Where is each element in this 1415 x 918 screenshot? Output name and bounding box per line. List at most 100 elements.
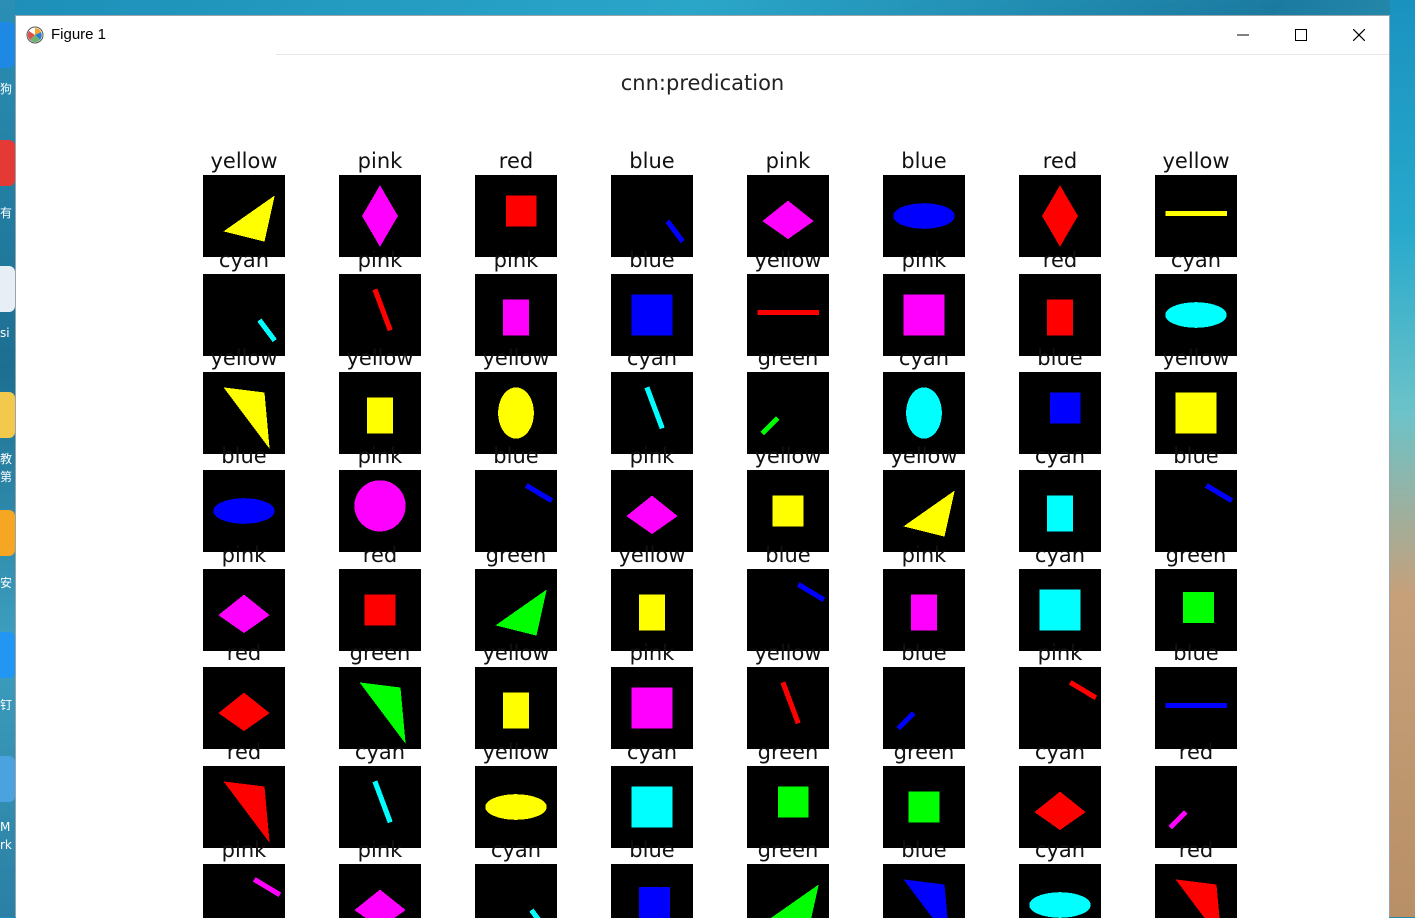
maximize-button[interactable] xyxy=(1272,16,1330,54)
triangle-shape xyxy=(339,667,421,749)
rect-mark xyxy=(1040,590,1081,631)
subplot-title: blue xyxy=(184,444,304,468)
line-shape xyxy=(747,569,829,651)
diamond-shape xyxy=(339,864,421,918)
line-mark xyxy=(798,584,824,599)
triangle-mark xyxy=(904,491,955,537)
subplot-title: yellow xyxy=(184,346,304,370)
subplot-title: yellow xyxy=(456,346,576,370)
desktop-icon-label: si xyxy=(0,326,15,340)
diamond-shape xyxy=(1019,175,1101,257)
close-button[interactable] xyxy=(1330,16,1388,54)
square-mark xyxy=(778,787,809,818)
desktop-app-icon[interactable] xyxy=(0,510,15,556)
rect-mark xyxy=(1176,393,1217,434)
desktop-app-icon[interactable] xyxy=(0,392,15,438)
subplot-image xyxy=(1019,864,1101,918)
desktop-app-icon[interactable] xyxy=(0,140,15,186)
subplot-image xyxy=(475,864,557,918)
triangle-shape xyxy=(203,175,285,257)
subplot-title: cyan xyxy=(1000,740,1120,764)
subplot-image xyxy=(611,274,693,356)
ellipse-shape xyxy=(203,470,285,552)
subplot-image xyxy=(1019,274,1101,356)
subplot-title: blue xyxy=(864,149,984,173)
ellipse-shape xyxy=(475,372,557,454)
triangle-shape xyxy=(475,569,557,651)
triangle-shape xyxy=(203,766,285,848)
desktop-app-icon[interactable] xyxy=(0,756,15,802)
square-shape xyxy=(747,470,829,552)
subplot-title: blue xyxy=(592,838,712,862)
subplot-title: cyan xyxy=(1000,444,1120,468)
rect-shape xyxy=(611,667,693,749)
subplot-image xyxy=(203,372,285,454)
subplot-image xyxy=(339,569,421,651)
subplot-title: pink xyxy=(592,641,712,665)
desktop-app-icon[interactable] xyxy=(0,266,15,312)
rect-mark xyxy=(911,595,937,631)
subplot-image xyxy=(1019,667,1101,749)
diamond-shape xyxy=(611,470,693,552)
line-mark xyxy=(667,221,682,242)
subplot-image xyxy=(1019,569,1101,651)
desktop-icon-label: rk xyxy=(0,838,15,852)
square-shape xyxy=(339,569,421,651)
subplot-image xyxy=(747,667,829,749)
ellipse-shape xyxy=(1155,274,1237,356)
desktop-icon-label: 有 xyxy=(0,204,15,221)
subplot-title: blue xyxy=(1000,346,1120,370)
desktop-app-icon[interactable] xyxy=(0,632,15,678)
subplot-image xyxy=(883,766,965,848)
square-mark xyxy=(639,887,670,918)
subplot-title: blue xyxy=(1136,641,1256,665)
line-mark xyxy=(526,485,552,500)
subplot-title: yellow xyxy=(592,543,712,567)
subplot-title: green xyxy=(1136,543,1256,567)
window-title: Figure 1 xyxy=(51,26,106,43)
subplot-image xyxy=(203,766,285,848)
desktop-app-icon[interactable] xyxy=(0,22,15,68)
rect-mark xyxy=(503,300,529,336)
subplot-title: yellow xyxy=(728,248,848,272)
triangle-shape xyxy=(883,470,965,552)
subplot-title: blue xyxy=(864,641,984,665)
title-bar[interactable]: Figure 1 xyxy=(16,16,1389,54)
subplot-title: red xyxy=(1000,248,1120,272)
triangle-shape xyxy=(1155,864,1237,918)
rect-mark xyxy=(632,295,673,336)
subplot-title: red xyxy=(1000,149,1120,173)
subplot-image xyxy=(883,667,965,749)
subplot-title: blue xyxy=(864,838,984,862)
subplot-title: cyan xyxy=(456,838,576,862)
square-shape xyxy=(1019,372,1101,454)
minimize-button[interactable] xyxy=(1214,16,1272,54)
line-mark xyxy=(375,781,390,822)
subplot-title: blue xyxy=(1136,444,1256,468)
line-shape xyxy=(611,372,693,454)
line-mark xyxy=(1206,485,1232,500)
subplot-image xyxy=(203,470,285,552)
circle-mark xyxy=(354,480,405,531)
subplot-title: pink xyxy=(456,248,576,272)
ellipse-mark xyxy=(893,203,955,229)
triangle-shape xyxy=(203,372,285,454)
subplot-image xyxy=(203,569,285,651)
subplot-image xyxy=(339,667,421,749)
rect-shape xyxy=(611,569,693,651)
subplot-image xyxy=(475,569,557,651)
subplot-image xyxy=(747,864,829,918)
triangle-mark xyxy=(904,879,950,918)
subplot-title: cyan xyxy=(1000,838,1120,862)
subplot-title: pink xyxy=(864,543,984,567)
triangle-mark xyxy=(360,682,406,744)
diamond-mark xyxy=(1042,185,1078,247)
line-shape xyxy=(1155,667,1237,749)
line-mark xyxy=(254,879,280,894)
square-shape xyxy=(475,175,557,257)
subplot-image xyxy=(1155,766,1237,848)
triangle-mark xyxy=(224,196,275,242)
rect-shape xyxy=(475,667,557,749)
subplot-image xyxy=(611,175,693,257)
subplot-title: yellow xyxy=(184,149,304,173)
